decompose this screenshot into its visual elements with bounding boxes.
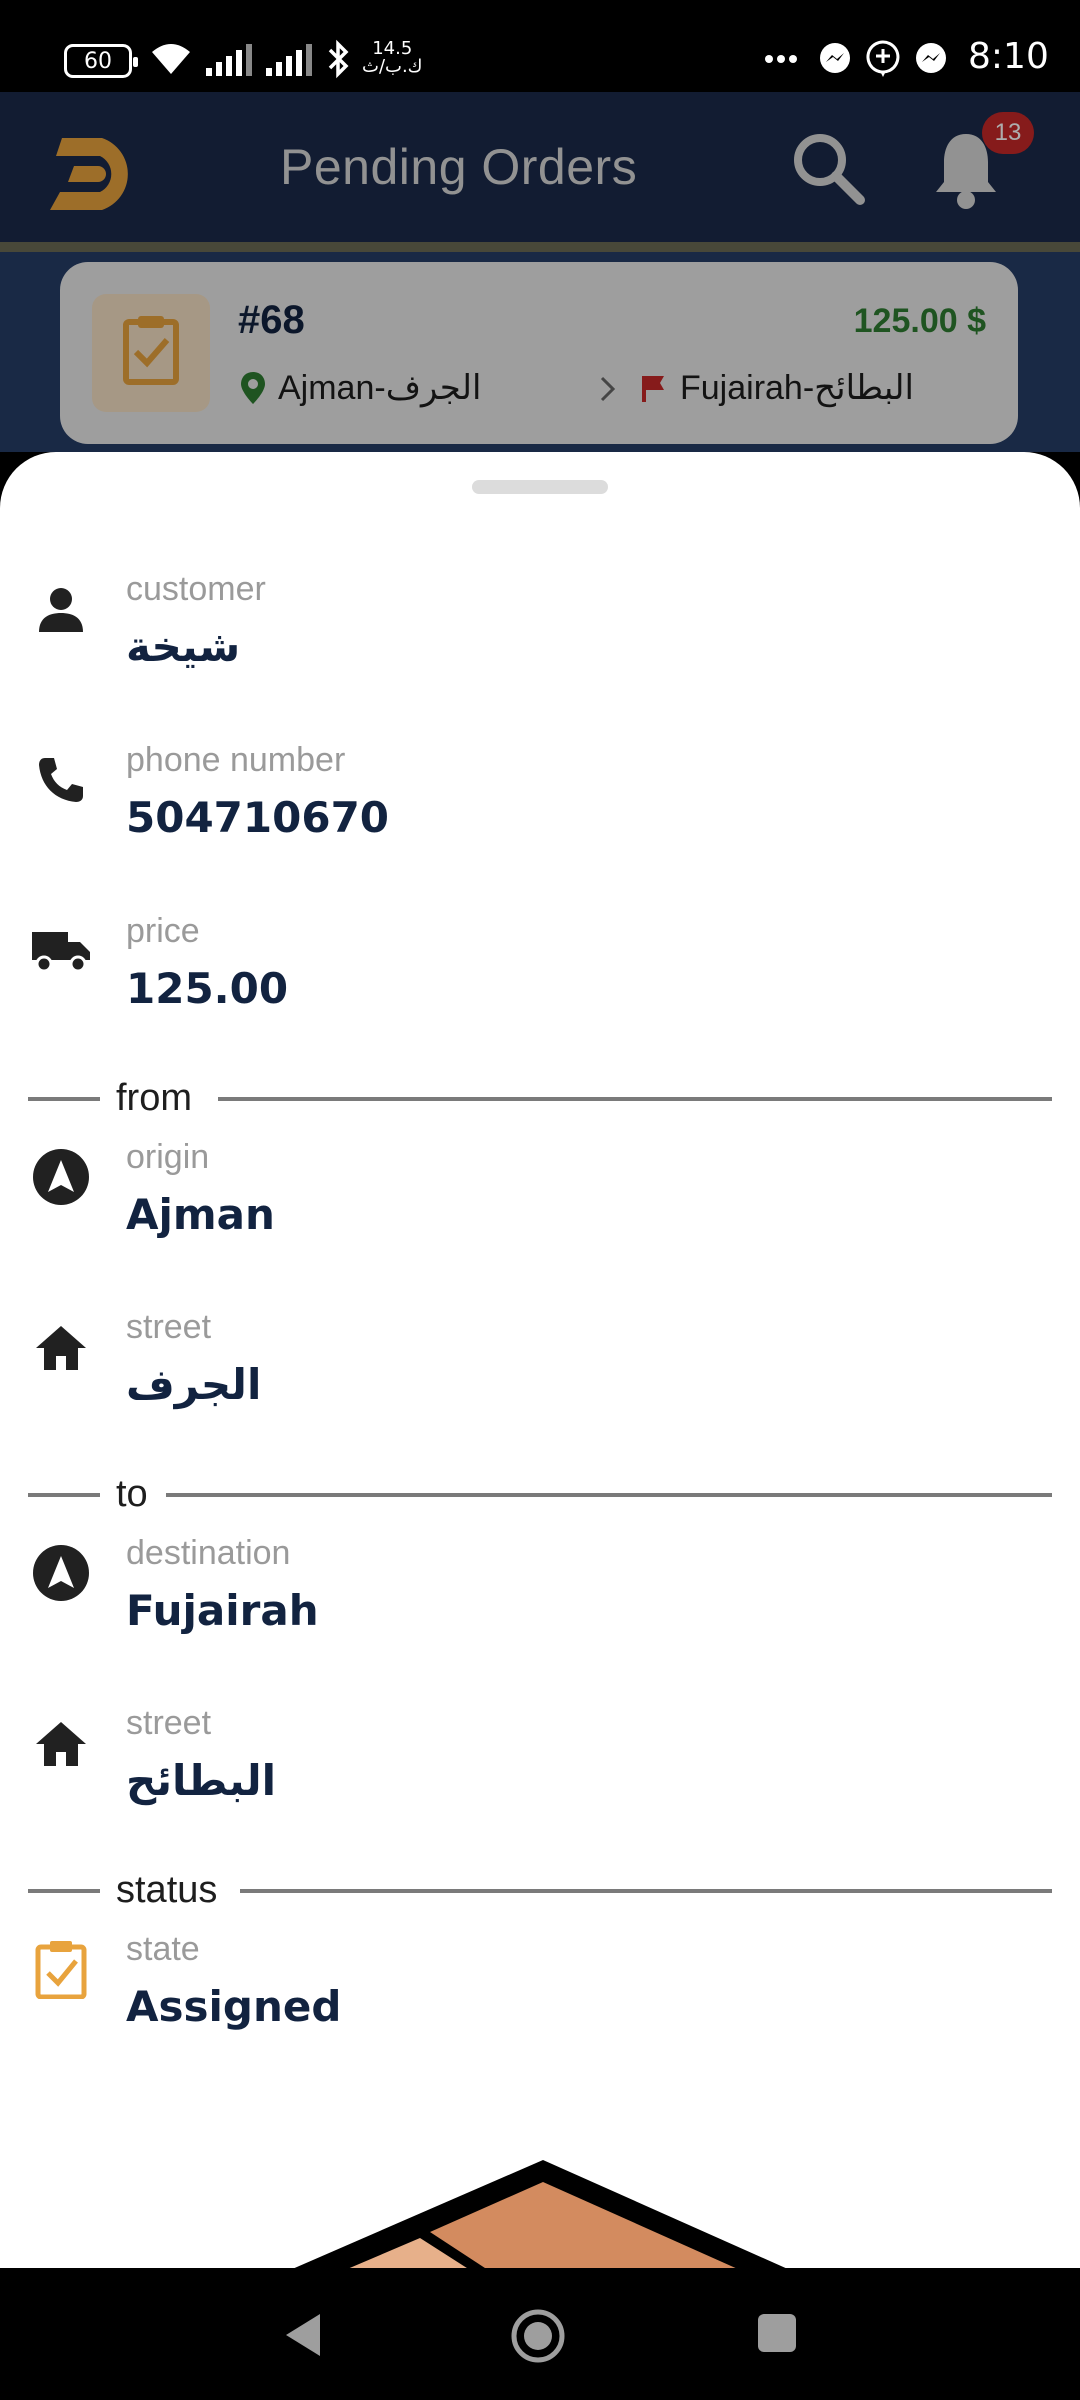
more-dots-icon: [765, 55, 797, 63]
recents-icon[interactable]: [756, 2312, 798, 2354]
drag-handle[interactable]: [472, 480, 608, 494]
speed-unit: ك.ب/ث: [362, 56, 423, 77]
price-value: 125.00: [126, 964, 289, 1013]
destination-label: destination: [126, 1534, 291, 1572]
divider-line-left: [28, 1097, 100, 1101]
price-row: price 125.00: [0, 898, 1080, 1058]
section-title-to: to: [116, 1473, 148, 1515]
home-icon: [30, 1712, 92, 1774]
scrim-overlay[interactable]: [0, 92, 1080, 472]
section-divider-status: status: [28, 1870, 1052, 1910]
chat-plus-icon: [866, 40, 900, 77]
section-divider-to: to: [28, 1474, 1052, 1514]
destination-street-value: البطائح: [126, 1756, 277, 1805]
home-button-icon[interactable]: [510, 2308, 566, 2364]
section-title-status: status: [116, 1869, 218, 1911]
clock: 8:10: [968, 36, 1049, 77]
signal-1-icon: [206, 44, 252, 76]
network-speed: 14.5 ك.ب/ث: [362, 40, 423, 76]
back-icon[interactable]: [280, 2310, 324, 2360]
phone-value[interactable]: 504710670: [126, 793, 389, 842]
wifi-icon: [152, 44, 190, 74]
messenger-icon: [820, 43, 850, 73]
navigation-icon: [30, 1542, 92, 1604]
system-nav-bar: [0, 2268, 1080, 2400]
home-icon: [30, 1316, 92, 1378]
state-label: state: [126, 1930, 200, 1968]
section-title-from: from: [116, 1077, 192, 1119]
navigation-icon: [30, 1146, 92, 1208]
order-details-sheet: customer شيخة phone number 504710670 pri…: [0, 452, 1080, 2268]
divider-line-right: [240, 1889, 1052, 1893]
divider-line-left: [28, 1493, 100, 1497]
messenger-icon-2: [916, 43, 946, 73]
origin-street-value: الجرف: [126, 1360, 262, 1409]
origin-row: origin Ajman: [0, 1124, 1080, 1284]
state-row: state Assigned: [0, 1916, 1080, 2076]
battery-level: 60: [84, 48, 112, 74]
phone-label: phone number: [126, 741, 346, 779]
customer-row: customer شيخة: [0, 556, 1080, 716]
customer-label: customer: [126, 570, 266, 608]
price-label: price: [126, 912, 200, 950]
state-value: Assigned: [126, 1982, 342, 2031]
person-icon: [30, 578, 92, 640]
phone-icon: [30, 749, 92, 811]
customer-value: شيخة: [126, 622, 241, 671]
origin-street-row: street الجرف: [0, 1294, 1080, 1454]
house-logo-illustration: [290, 2160, 790, 2270]
destination-row: destination Fujairah: [0, 1520, 1080, 1680]
phone-row: phone number 504710670: [0, 727, 1080, 887]
origin-street-label: street: [126, 1308, 212, 1346]
status-bar: 60 14.5 ك.ب/ث 8:10: [0, 0, 1080, 92]
origin-label: origin: [126, 1138, 210, 1176]
divider-line-right: [166, 1493, 1052, 1497]
destination-value: Fujairah: [126, 1586, 319, 1635]
section-divider-from: from: [28, 1078, 1052, 1118]
destination-street-label: street: [126, 1704, 212, 1742]
bluetooth-icon: [328, 39, 349, 79]
truck-icon: [30, 920, 92, 982]
divider-line-right: [218, 1097, 1052, 1101]
divider-line-left: [28, 1889, 100, 1893]
signal-2-icon: [266, 44, 312, 76]
clipboard-check-icon: [30, 1938, 92, 2000]
origin-value: Ajman: [126, 1190, 275, 1239]
battery-indicator: 60: [64, 44, 138, 78]
destination-street-row: street البطائح: [0, 1690, 1080, 1850]
